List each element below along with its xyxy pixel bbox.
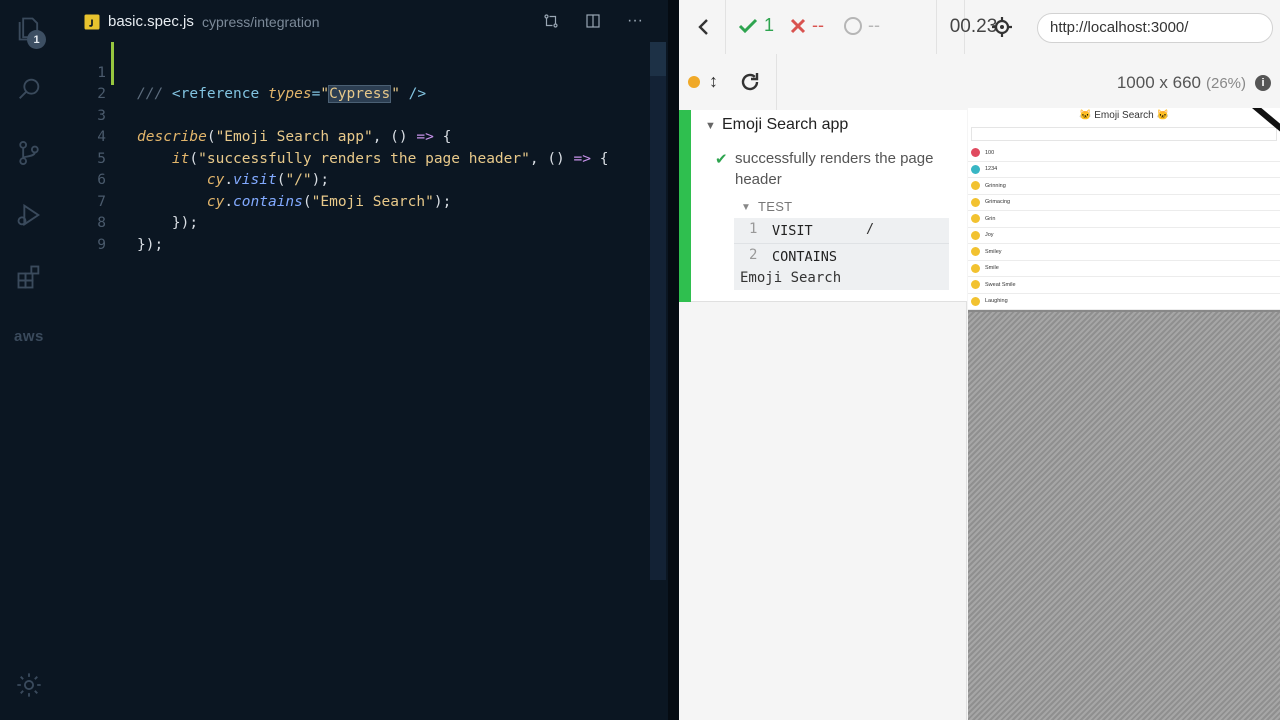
code-line[interactable]: 5 cy.visit("/"); xyxy=(58,127,658,189)
code-line[interactable]: 4 it("successfully renders the page head… xyxy=(58,106,658,167)
test-title[interactable]: successfully renders the page header xyxy=(735,148,935,190)
command-name: VISIT xyxy=(772,223,813,239)
app-emoji-row[interactable]: Grimacing xyxy=(968,195,1280,211)
editor-scrollbar[interactable] xyxy=(650,42,666,580)
activity-bar: 1 aws xyxy=(0,0,58,720)
more-actions-icon[interactable]: ··· xyxy=(624,10,646,32)
command-number: 1 xyxy=(749,221,758,237)
app-emoji-row[interactable]: Sweat Smile xyxy=(968,277,1280,294)
command-log-reporter: ▼ Emoji Search app ✔ successfully render… xyxy=(679,110,967,720)
emoji-icon xyxy=(971,148,980,158)
pending-count: -- xyxy=(868,15,880,35)
code-line[interactable]: 2 xyxy=(58,63,658,102)
explorer-badge: 1 xyxy=(27,30,46,49)
code-line[interactable]: 6 cy.contains("Emoji Search"); xyxy=(58,149,658,210)
app-emoji-row[interactable]: 1234 xyxy=(968,162,1280,178)
app-search-input[interactable] xyxy=(971,127,1277,141)
tab-filename[interactable]: basic.spec.js xyxy=(108,13,194,30)
aut-url-bar[interactable]: http://localhost:3000/ xyxy=(1037,13,1273,43)
test-passed-check-icon: ✔ xyxy=(715,151,728,168)
emoji-icon xyxy=(971,247,980,257)
auto-scroll-toggle-icon[interactable]: ↕ xyxy=(709,71,718,92)
suite-title[interactable]: Emoji Search app xyxy=(722,116,848,134)
search-icon[interactable] xyxy=(14,74,44,104)
pending-stat: -- xyxy=(844,15,880,36)
emoji-icon xyxy=(971,280,980,290)
app-emoji-row[interactable]: 100 xyxy=(968,145,1280,162)
suite-block[interactable]: ▼ Emoji Search app ✔ successfully render… xyxy=(679,110,967,302)
app-emoji-row[interactable]: Laughing xyxy=(968,294,1280,310)
editor-tab-bar: basic.spec.js cypress/integration ··· xyxy=(58,0,668,42)
x-icon xyxy=(790,18,806,33)
viewport-scale: (26%) xyxy=(1205,75,1246,92)
back-chevron-icon[interactable] xyxy=(691,14,715,40)
test-stats: 1 -- -- 00.23 xyxy=(725,0,997,54)
split-editor-icon[interactable] xyxy=(582,10,604,32)
code-line[interactable]: 7 }); xyxy=(58,170,658,232)
viewport-info-icon[interactable]: i xyxy=(1255,75,1271,91)
status-dot-icon xyxy=(688,76,700,88)
javascript-file-icon xyxy=(84,14,100,30)
passed-stat: 1 xyxy=(738,15,774,36)
caret-down-icon[interactable]: ▼ xyxy=(705,120,716,132)
failed-stat: -- xyxy=(790,15,824,36)
settings-gear-icon[interactable] xyxy=(14,670,44,700)
editor-scrollbar-thumb[interactable] xyxy=(650,42,666,76)
command-number: 2 xyxy=(749,247,758,263)
app-header-title: 🐱 Emoji Search 🐱 xyxy=(1079,110,1169,121)
caret-down-icon[interactable]: ▼ xyxy=(741,202,751,213)
code-line[interactable]: 8 }); xyxy=(58,192,658,253)
app-under-test-preview[interactable]: 🐱 Emoji Search 🐱 100 1234 Grinning Grima… xyxy=(968,108,1280,312)
viewport-dimensions: 1000 x 660 xyxy=(1116,73,1201,92)
app-emoji-row[interactable]: Joy xyxy=(968,228,1280,244)
source-control-icon[interactable] xyxy=(14,138,44,168)
test-section-header[interactable]: TEST xyxy=(758,199,792,214)
emoji-icon xyxy=(971,296,980,306)
command-arg: / xyxy=(866,221,875,237)
code-line[interactable]: 3 describe("Emoji Search app", () => { xyxy=(58,84,658,146)
app-emoji-row[interactable]: Smile xyxy=(968,261,1280,277)
emoji-icon xyxy=(971,263,980,273)
app-emoji-row[interactable]: Smiley xyxy=(968,244,1280,261)
passed-count: 1 xyxy=(764,15,775,35)
pane-divider[interactable] xyxy=(668,0,679,720)
cypress-runner: 1 -- -- 00.23 http://localhost:3000/ ↕ 1… xyxy=(679,0,1280,720)
extensions-icon[interactable] xyxy=(14,262,44,292)
app-emoji-list: 100 1234 Grinning Grimacing Grin Joy Smi… xyxy=(968,145,1280,310)
emoji-icon xyxy=(971,197,980,207)
command-arg: Emoji Search xyxy=(740,270,842,286)
app-emoji-row[interactable]: Grinning xyxy=(968,178,1280,195)
viewport-size-label: 1000 x 660 (26%) xyxy=(1117,73,1246,93)
emoji-icon xyxy=(971,181,980,191)
line-number: 9 xyxy=(97,236,106,253)
tab-filepath: cypress/integration xyxy=(202,14,320,30)
command-row[interactable]: 1 VISIT / xyxy=(734,218,949,244)
suite-passed-indicator xyxy=(679,110,691,302)
code-editor[interactable]: basic.spec.js cypress/integration ··· 1 … xyxy=(58,0,668,720)
code-area[interactable]: 1 /// <reference types="Cypress" /> 2 3 … xyxy=(58,41,658,253)
runner-header: 1 -- -- 00.23 http://localhost:3000/ ↕ 1… xyxy=(679,0,1280,110)
run-debug-icon[interactable] xyxy=(14,200,44,230)
check-icon xyxy=(738,18,758,33)
app-emoji-row[interactable]: Grin xyxy=(968,211,1280,228)
runner-controls: ↕ xyxy=(679,54,777,110)
code-line[interactable]: 1 /// <reference types="Cypress" /> xyxy=(58,41,658,103)
failed-count: -- xyxy=(812,15,824,35)
code-line[interactable]: 9 xyxy=(58,213,658,253)
rerun-tests-icon[interactable] xyxy=(739,71,761,93)
emoji-icon xyxy=(971,164,980,174)
aws-icon[interactable]: aws xyxy=(14,328,44,345)
pending-ring-icon xyxy=(844,16,862,35)
emoji-icon xyxy=(971,214,980,224)
open-changes-icon[interactable] xyxy=(540,10,562,32)
command-list: 1 VISIT / 2 CONTAINS Emoji Search xyxy=(734,218,949,290)
command-name: CONTAINS xyxy=(772,249,838,265)
selector-playground-crosshair-icon[interactable] xyxy=(991,16,1013,38)
emoji-icon xyxy=(971,230,980,240)
